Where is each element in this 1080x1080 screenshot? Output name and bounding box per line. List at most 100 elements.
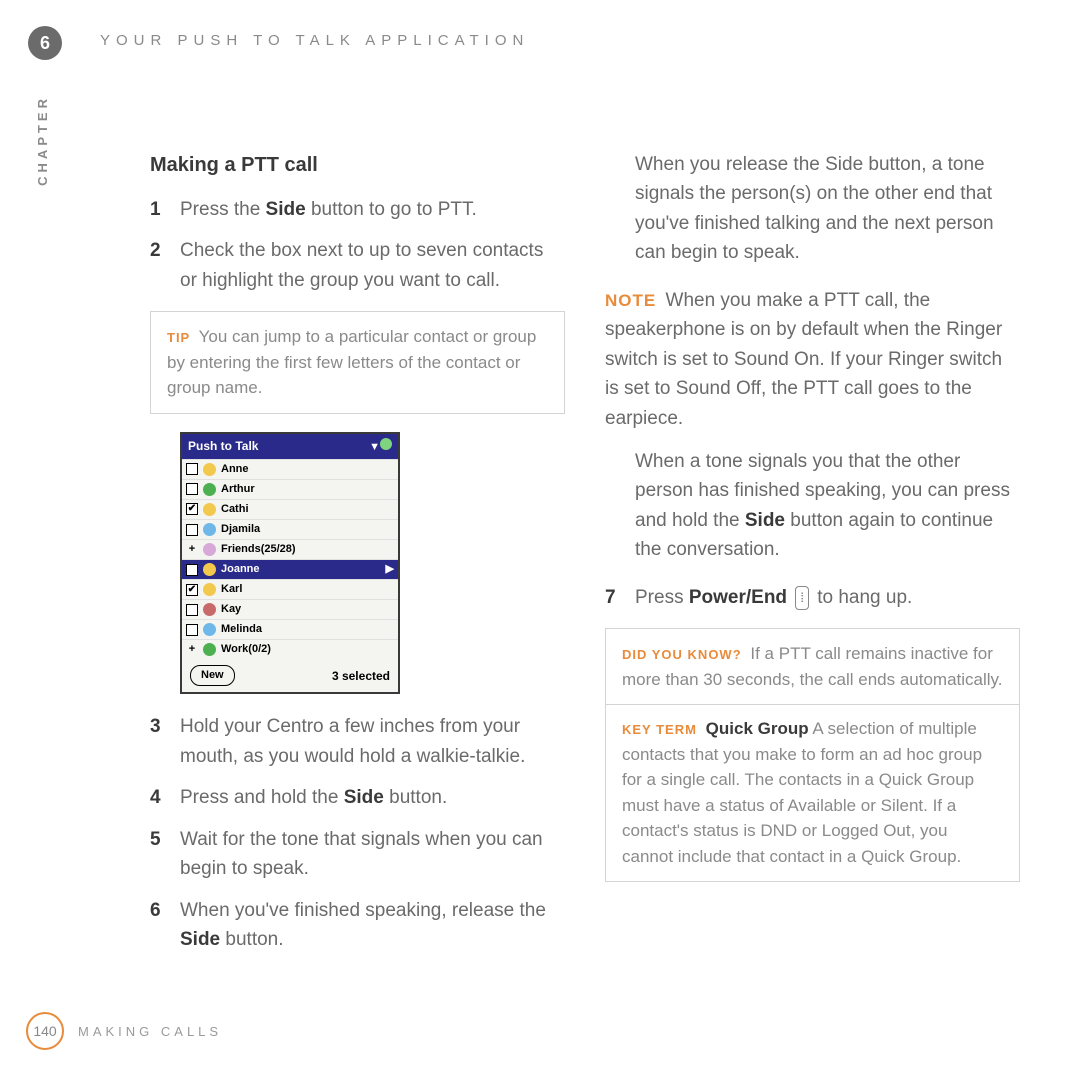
bold: Power/End bbox=[689, 587, 787, 608]
step-3: 3 Hold your Centro a few inches from you… bbox=[150, 712, 565, 771]
tip-label: TIP bbox=[167, 330, 190, 345]
expand-icon: + bbox=[186, 541, 198, 558]
checkbox[interactable] bbox=[186, 524, 198, 536]
checkbox[interactable] bbox=[186, 463, 198, 475]
status-icon bbox=[203, 543, 216, 556]
text: Press the bbox=[180, 199, 266, 220]
step-text: Press the Side button to go to PTT. bbox=[180, 195, 565, 224]
contact-row[interactable]: + Friends(25/28) bbox=[182, 539, 398, 559]
step-6: 6 When you've finished speaking, release… bbox=[150, 896, 565, 955]
bold: Side bbox=[180, 929, 220, 950]
contact-row[interactable]: + Work(0/2) bbox=[182, 639, 398, 659]
contact-row[interactable]: ✔ Cathi bbox=[182, 499, 398, 519]
step-text: Check the box next to up to seven contac… bbox=[180, 236, 565, 295]
text: button. bbox=[220, 929, 283, 950]
text: Press and hold the bbox=[180, 787, 344, 808]
tip-text: You can jump to a particular contact or … bbox=[167, 327, 536, 397]
chevron-right-icon: ▶ bbox=[386, 561, 394, 578]
contact-row[interactable]: Anne bbox=[182, 459, 398, 479]
step-number: 4 bbox=[150, 783, 180, 812]
step-text: When you've finished speaking, release t… bbox=[180, 896, 565, 955]
selected-count: 3 selected bbox=[332, 667, 390, 686]
step-2: 2 Check the box next to up to seven cont… bbox=[150, 236, 565, 295]
contact-name: Melinda bbox=[221, 621, 262, 638]
main-content: Making a PTT call 1 Press the Side butto… bbox=[70, 150, 1020, 966]
step-list-right: 7 Press Power/End ⁞ to hang up. bbox=[605, 583, 1020, 612]
left-column: Making a PTT call 1 Press the Side butto… bbox=[150, 150, 565, 966]
phone-footer: New 3 selected bbox=[182, 659, 398, 692]
checkbox[interactable]: ✔ bbox=[186, 564, 198, 576]
step-number: 5 bbox=[150, 825, 180, 884]
checkbox[interactable] bbox=[186, 483, 198, 495]
bold: Side bbox=[266, 199, 306, 220]
text: button to go to PTT. bbox=[306, 199, 477, 220]
status-icon bbox=[203, 503, 216, 516]
step-text: Hold your Centro a few inches from your … bbox=[180, 712, 565, 771]
right-column: When you release the Side button, a tone… bbox=[605, 150, 1020, 966]
step-1: 1 Press the Side button to go to PTT. bbox=[150, 195, 565, 224]
checkbox[interactable] bbox=[186, 604, 198, 616]
bold: Side bbox=[745, 510, 785, 531]
step-5: 5 Wait for the tone that signals when yo… bbox=[150, 825, 565, 884]
phone-title: Push to Talk bbox=[188, 437, 258, 456]
step-number: 3 bbox=[150, 712, 180, 771]
step-number: 2 bbox=[150, 236, 180, 295]
did-you-know-box: DID YOU KNOW? If a PTT call remains inac… bbox=[605, 628, 1020, 705]
step-text: Press Power/End ⁞ to hang up. bbox=[635, 583, 1020, 612]
checkbox[interactable]: ✔ bbox=[186, 503, 198, 515]
key-term-label: KEY TERM bbox=[622, 722, 697, 737]
page-footer: 140 MAKING CALLS bbox=[26, 1012, 222, 1050]
step-list: 1 Press the Side button to go to PTT. 2 … bbox=[150, 195, 565, 295]
status-icon bbox=[203, 523, 216, 536]
contact-name: Karl bbox=[221, 581, 242, 598]
status-icon bbox=[203, 603, 216, 616]
key-term-text: A selection of multiple contacts that yo… bbox=[622, 719, 982, 866]
status-icon bbox=[203, 483, 216, 496]
status-dot-icon bbox=[380, 438, 392, 450]
contact-row[interactable]: ✔ Karl bbox=[182, 579, 398, 599]
expand-icon: + bbox=[186, 641, 198, 658]
contact-row[interactable]: Arthur bbox=[182, 479, 398, 499]
contact-row[interactable]: Melinda bbox=[182, 619, 398, 639]
contact-name: Work(0/2) bbox=[221, 641, 271, 658]
phone-screenshot: Push to Talk ▼ Anne Arthur ✔ Cathi Djamila + F… bbox=[180, 432, 400, 695]
contact-name: Friends(25/28) bbox=[221, 541, 296, 558]
status-icon bbox=[203, 463, 216, 476]
key-term-box: KEY TERM Quick Group A selection of mult… bbox=[605, 704, 1020, 882]
page-header-title: YOUR PUSH TO TALK APPLICATION bbox=[100, 32, 529, 49]
contact-name: Arthur bbox=[221, 481, 255, 498]
contact-row[interactable]: Djamila bbox=[182, 519, 398, 539]
text: Press bbox=[635, 587, 689, 608]
dropdown-arrow-icon: ▼ bbox=[369, 441, 380, 453]
contact-name: Djamila bbox=[221, 521, 260, 538]
section-heading: Making a PTT call bbox=[150, 150, 565, 181]
dyk-label: DID YOU KNOW? bbox=[622, 647, 742, 662]
checkbox[interactable] bbox=[186, 624, 198, 636]
note-paragraph: NOTE When you make a PTT call, the speak… bbox=[605, 286, 1020, 433]
contact-name: Kay bbox=[221, 601, 241, 618]
tip-box: TIP You can jump to a particular contact… bbox=[150, 311, 565, 414]
text: button. bbox=[384, 787, 447, 808]
contact-row[interactable]: ✔ Joanne ▶ bbox=[182, 559, 398, 579]
paragraph: When a tone signals you that the other p… bbox=[605, 447, 1020, 565]
contact-name: Anne bbox=[221, 461, 249, 478]
status-icon bbox=[203, 583, 216, 596]
text: When you've finished speaking, release t… bbox=[180, 900, 546, 921]
contact-row[interactable]: Kay bbox=[182, 599, 398, 619]
bold: Side bbox=[344, 787, 384, 808]
status-icon bbox=[203, 563, 216, 576]
new-button[interactable]: New bbox=[190, 665, 235, 686]
step-text: Press and hold the Side button. bbox=[180, 783, 565, 812]
step-text: Wait for the tone that signals when you … bbox=[180, 825, 565, 884]
contact-name: Joanne bbox=[221, 561, 260, 578]
note-label: NOTE bbox=[605, 291, 656, 310]
step-7: 7 Press Power/End ⁞ to hang up. bbox=[605, 583, 1020, 612]
step-number: 7 bbox=[605, 583, 635, 612]
chapter-side-label: CHAPTER bbox=[35, 95, 50, 186]
step-number: 6 bbox=[150, 896, 180, 955]
footer-section-title: MAKING CALLS bbox=[78, 1024, 222, 1039]
contact-name: Cathi bbox=[221, 501, 249, 518]
checkbox[interactable]: ✔ bbox=[186, 584, 198, 596]
key-term-bold: Quick Group bbox=[701, 719, 809, 738]
status-icon bbox=[203, 643, 216, 656]
